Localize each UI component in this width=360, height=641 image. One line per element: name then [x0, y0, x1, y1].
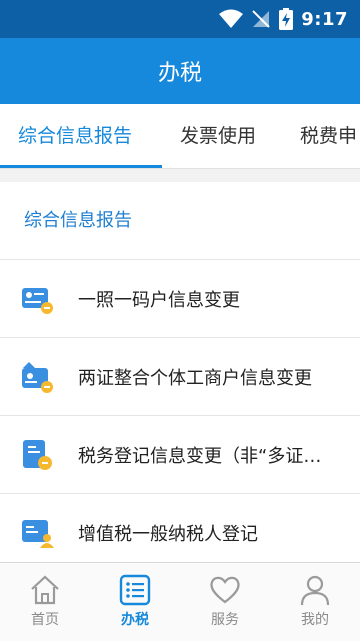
nav-label: 我的 [301, 612, 329, 628]
list-icon [119, 574, 151, 606]
app-bar: 办税 [0, 38, 360, 104]
status-bar: 9:17 [0, 0, 360, 38]
tax-registration-edit-icon [23, 439, 52, 470]
battery-charging-icon [279, 8, 294, 30]
no-signal-icon [252, 10, 270, 28]
home-icon [31, 575, 59, 605]
business-license-edit-icon [22, 361, 53, 393]
list-item-label: 税务登记信息变更（非“多证… [78, 445, 322, 467]
nav-label: 办税 [121, 612, 149, 628]
tab-bar: 综合信息报告 发票使用 税费申 [0, 104, 360, 169]
service-list: 综合信息报告 一照一码户信息变更 两证整合个体工商户信息变更 税务登记信息变更（… [0, 182, 360, 562]
nav-label: 服务 [211, 612, 239, 628]
nav-mine[interactable]: 我的 [270, 563, 360, 641]
nav-label: 首页 [31, 612, 59, 628]
id-card-edit-icon [22, 287, 53, 314]
bottom-nav: 首页 办税 服务 我的 [0, 562, 360, 641]
nav-home[interactable]: 首页 [0, 563, 90, 641]
tab-comprehensive-info[interactable]: 综合信息报告 [18, 104, 132, 168]
fill-form-user-icon [22, 519, 54, 548]
list-item[interactable]: 一照一码户信息变更 [0, 260, 360, 338]
nav-tax[interactable]: 办税 [90, 563, 180, 641]
list-item-label: 增值税一般纳税人登记 [78, 523, 258, 545]
tab-invoice-usage[interactable]: 发票使用 [180, 104, 256, 168]
list-item[interactable]: 税务登记信息变更（非“多证… [0, 416, 360, 494]
status-time: 9:17 [301, 8, 348, 30]
active-tab-indicator [0, 165, 162, 168]
list-item-label: 两证整合个体工商户信息变更 [78, 367, 312, 389]
list-item[interactable]: 两证整合个体工商户信息变更 [0, 338, 360, 416]
page-title: 办税 [157, 61, 202, 86]
wifi-icon [219, 9, 244, 28]
section-title: 综合信息报告 [0, 182, 360, 260]
tab-tax-declaration[interactable]: 税费申 [300, 104, 357, 168]
list-item-label: 一照一码户信息变更 [78, 289, 240, 311]
list-item[interactable]: 增值税一般纳税人登记 [0, 494, 360, 562]
nav-service[interactable]: 服务 [180, 563, 270, 641]
heart-icon [210, 576, 240, 604]
person-icon [300, 575, 330, 606]
